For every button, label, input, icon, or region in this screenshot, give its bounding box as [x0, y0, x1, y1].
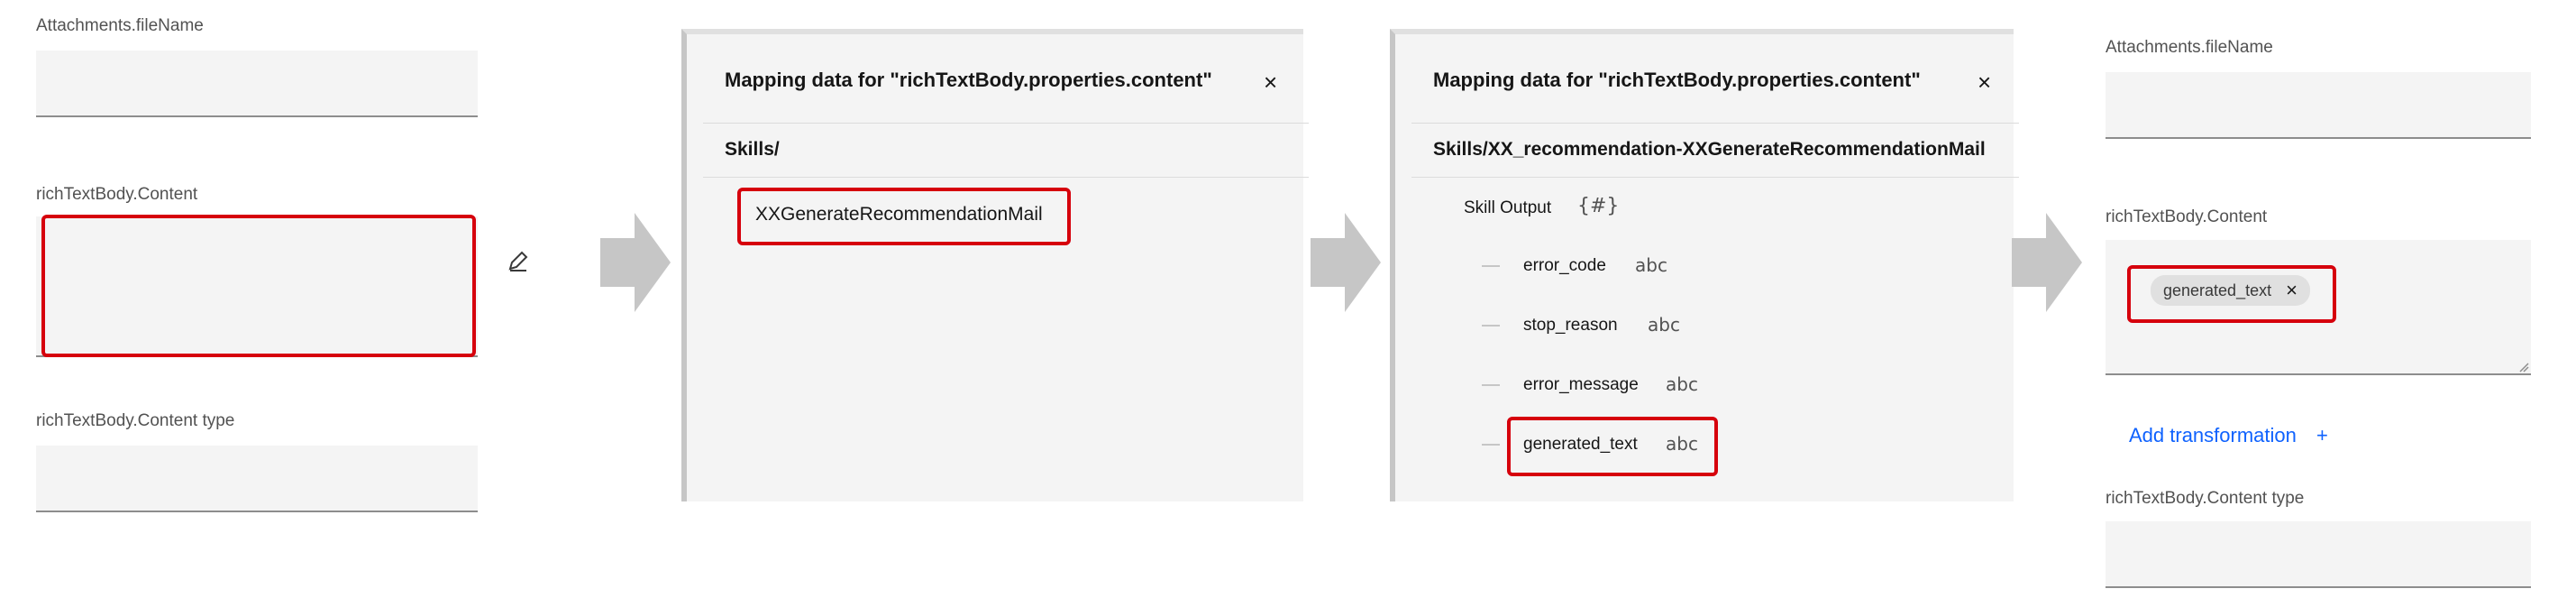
tree-connector: [1482, 384, 1500, 386]
arrow-right-icon: [2012, 213, 2082, 312]
divider: [703, 177, 1309, 178]
tree-node-stop-reason[interactable]: stop_reason: [1523, 316, 1618, 336]
divider: [1411, 123, 2019, 124]
add-transformation-label: Add transformation: [2129, 424, 2297, 446]
arrow-right-icon: [600, 213, 671, 312]
tree-node-error-code[interactable]: error_code: [1523, 256, 1606, 276]
highlight-content-field: [41, 215, 476, 357]
arrow-right-icon: [1311, 213, 1381, 312]
string-type-icon: abc: [1635, 254, 1667, 276]
tree-connector: [1482, 265, 1500, 267]
label-richtextbody-content: richTextBody.Content: [36, 185, 198, 204]
mapping-panel-skills: Mapping data for "richTextBody.propertie…: [681, 29, 1309, 501]
label-richtextbody-content: richTextBody.Content: [2106, 207, 2268, 226]
add-icon: +: [2316, 424, 2328, 446]
close-icon[interactable]: ×: [1978, 70, 1991, 94]
resize-handle-icon[interactable]: [2518, 361, 2529, 373]
panel-title: Mapping data for "richTextBody.propertie…: [1433, 69, 1921, 91]
divider: [703, 123, 1309, 124]
string-type-icon: abc: [1666, 373, 1698, 395]
add-transformation-link[interactable]: Add transformation +: [2129, 424, 2328, 447]
richtextbody-content-type-field[interactable]: [2106, 521, 2531, 588]
tree-node-error-message[interactable]: error_message: [1523, 375, 1639, 395]
label-richtextbody-content-type: richTextBody.Content type: [2106, 489, 2305, 508]
mapping-panel-output: Mapping data for "richTextBody.propertie…: [1390, 29, 2019, 501]
label-attachments-filename: Attachments.fileName: [2106, 38, 2273, 57]
attachments-filename-field[interactable]: [36, 51, 478, 117]
breadcrumb-path: Skills/XX_recommendation-XXGenerateRecom…: [1433, 139, 1986, 160]
breadcrumb-path: Skills/: [725, 139, 780, 160]
highlight-skill-item: [737, 188, 1071, 245]
tree-connector: [1482, 325, 1500, 327]
highlight-generated-text: [1507, 417, 1718, 476]
object-type-icon: {#}: [1577, 195, 1620, 217]
string-type-icon: abc: [1648, 314, 1680, 336]
panel-title: Mapping data for "richTextBody.propertie…: [725, 69, 1212, 91]
tree-connector: [1482, 444, 1500, 446]
attachments-filename-field[interactable]: [2106, 72, 2531, 139]
highlight-tag: [2127, 265, 2336, 323]
close-icon[interactable]: ×: [1264, 70, 1277, 94]
richtextbody-content-type-field[interactable]: [36, 446, 478, 512]
pencil-icon[interactable]: [507, 249, 530, 272]
label-richtextbody-content-type: richTextBody.Content type: [36, 411, 235, 430]
label-attachments-filename: Attachments.fileName: [36, 16, 204, 35]
tree-node-skill-output[interactable]: Skill Output: [1464, 198, 1551, 218]
divider: [1411, 177, 2019, 178]
